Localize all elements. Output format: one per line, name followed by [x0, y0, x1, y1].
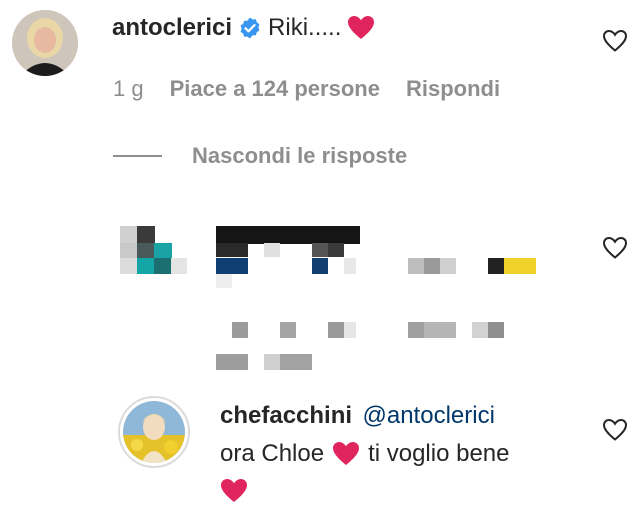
reply-button[interactable]: Rispondi	[406, 76, 500, 102]
comment-text: Riki.....	[268, 14, 342, 41]
avatar-antoclerici[interactable]	[12, 10, 78, 76]
red-heart-emoji	[220, 478, 248, 504]
like-heart-icon[interactable]	[602, 236, 628, 260]
like-heart-icon[interactable]	[602, 418, 628, 442]
comment-text: ora Chloe	[220, 440, 325, 467]
divider-line	[113, 155, 162, 157]
comment-username[interactable]: antoclerici	[112, 14, 232, 42]
red-heart-emoji	[347, 15, 375, 41]
red-heart-emoji	[332, 441, 360, 467]
comment-time: 1 g	[113, 76, 144, 101]
comment-username[interactable]: chefacchini	[220, 402, 352, 429]
comment-likes-count[interactable]: Piace a 124 persone	[170, 76, 380, 102]
verified-badge-icon	[238, 16, 262, 40]
mention-link[interactable]: @antoclerici	[363, 402, 495, 429]
hide-replies-label: Nascondi le risposte	[192, 143, 408, 168]
comment-text-end: ti voglio bene	[368, 440, 510, 467]
hide-replies-toggle[interactable]: Nascondi le risposte	[113, 143, 407, 169]
avatar-chefacchini[interactable]	[118, 396, 190, 468]
like-heart-icon[interactable]	[602, 29, 628, 53]
